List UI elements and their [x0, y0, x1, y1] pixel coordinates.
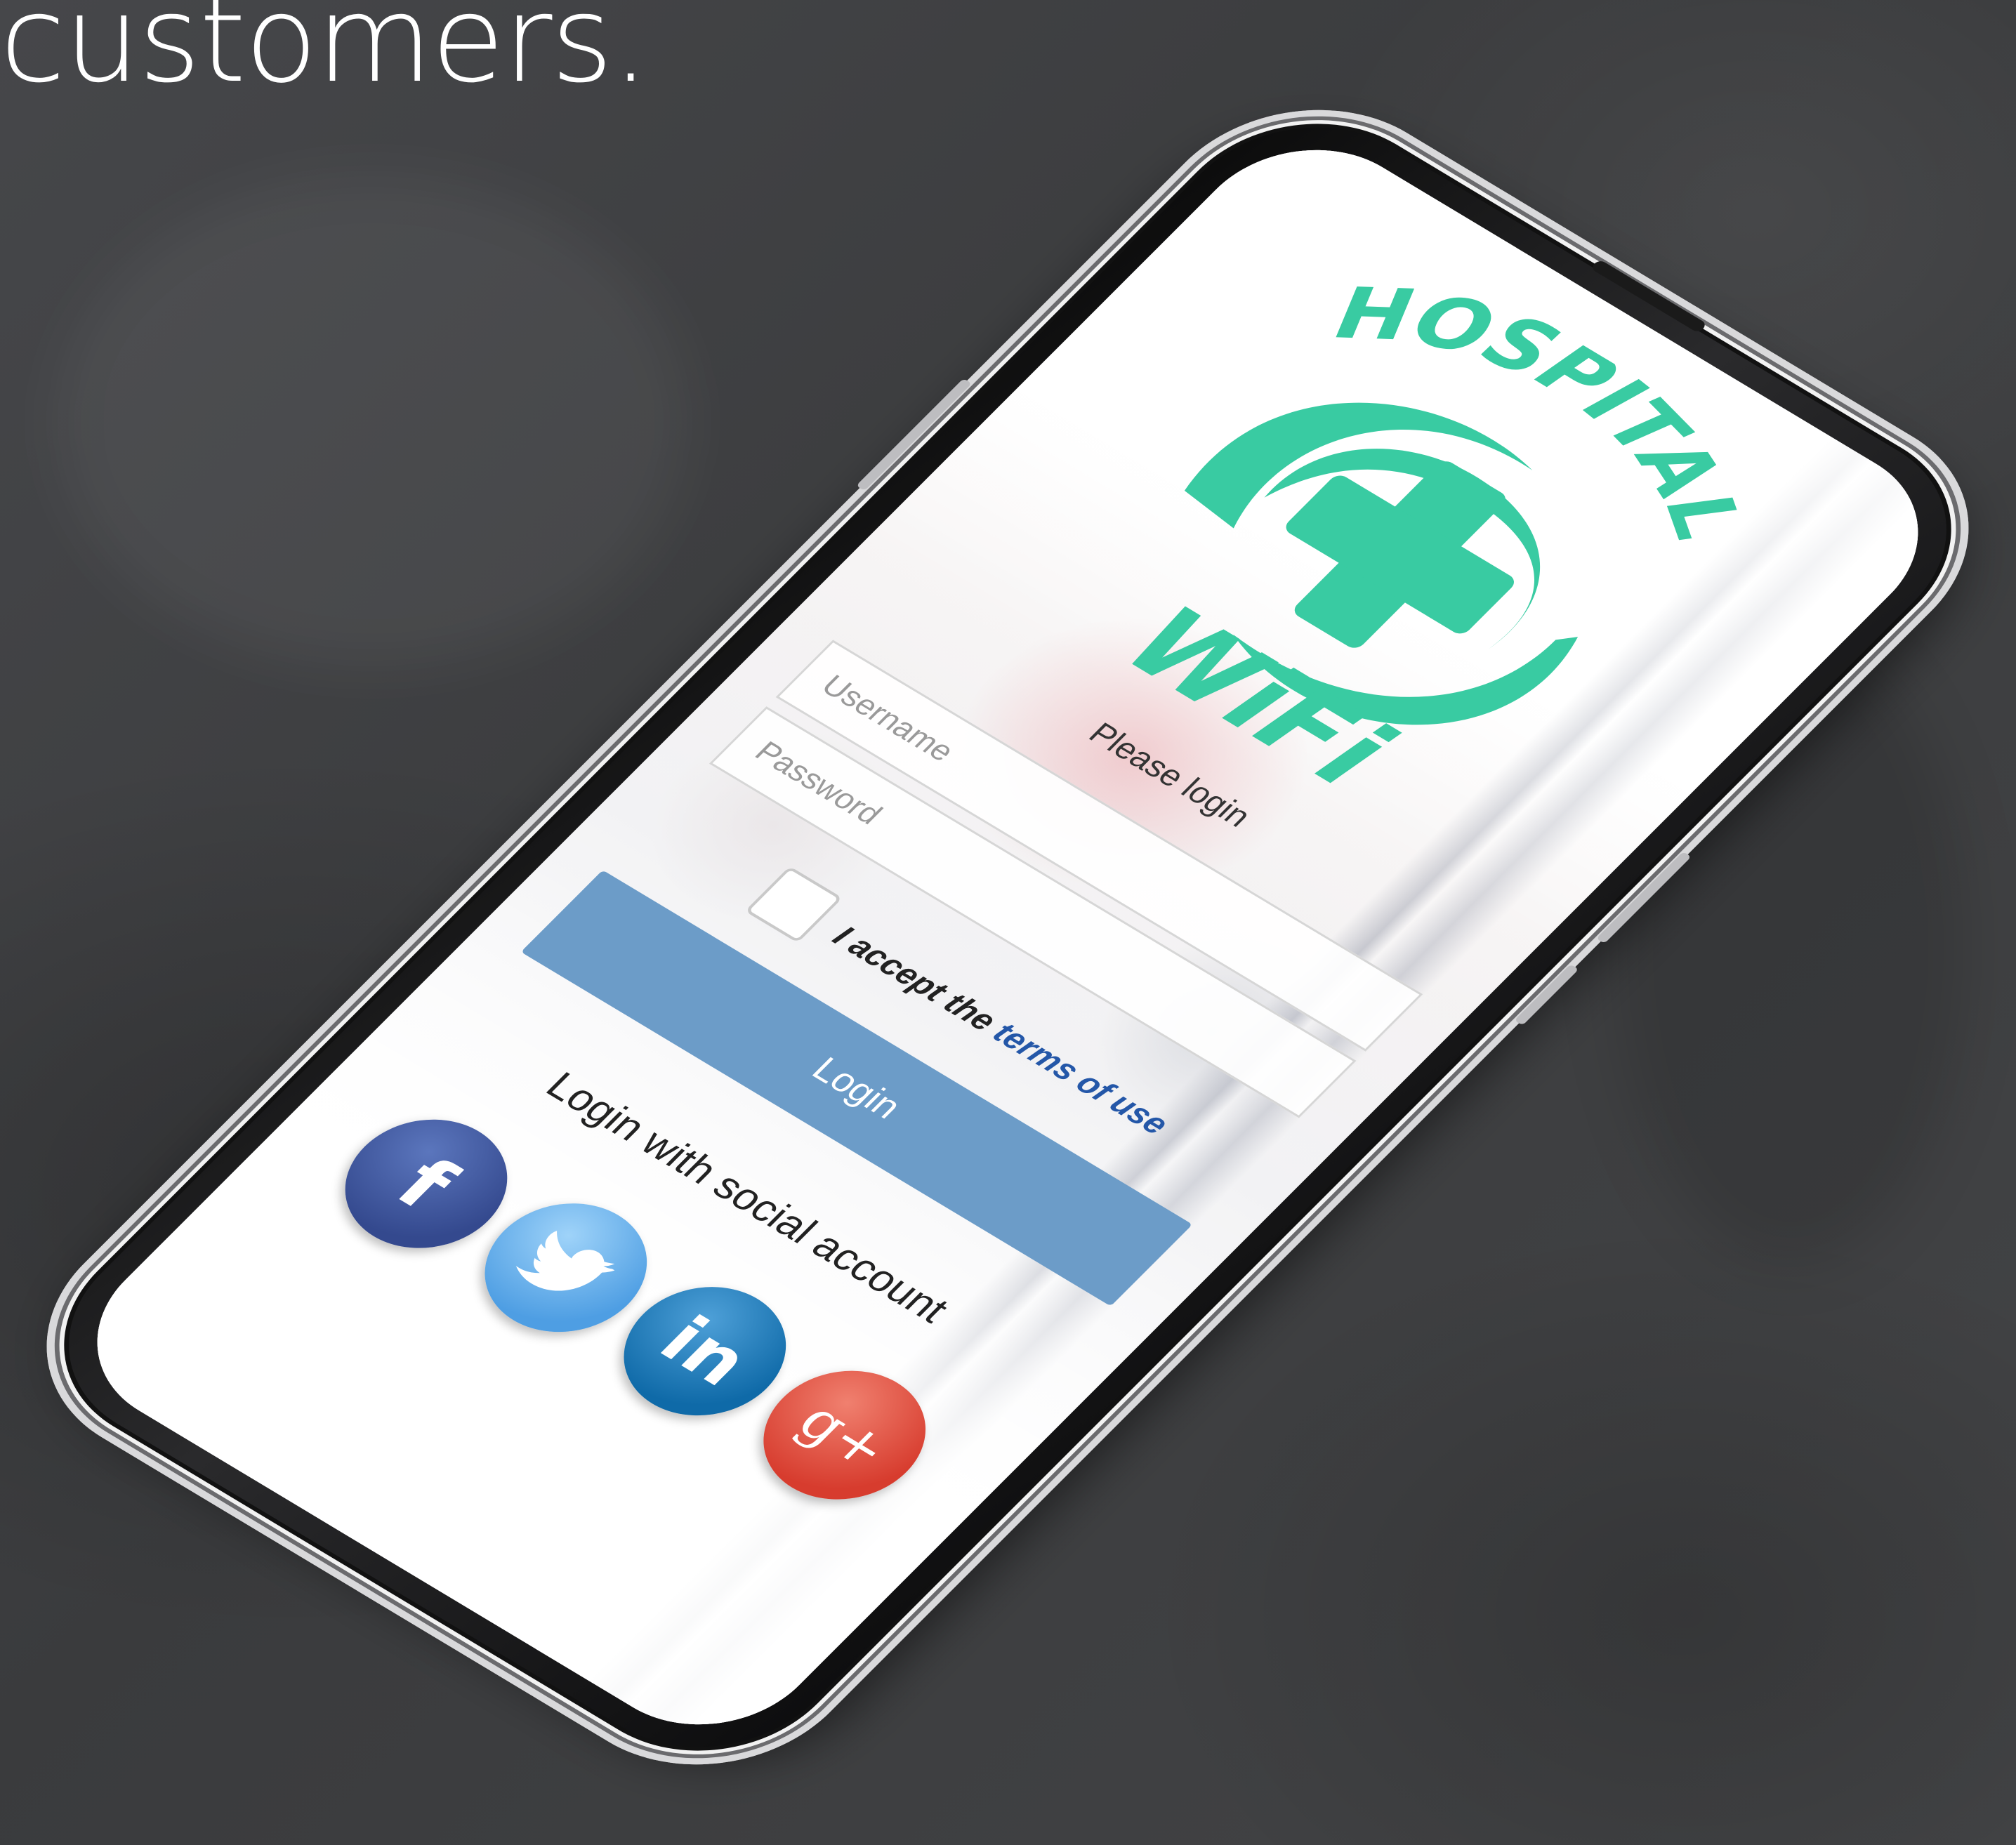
linkedin-icon: in [643, 1302, 767, 1401]
google-plus-icon: g+ [785, 1389, 904, 1481]
twitter-bird-icon [516, 1230, 615, 1291]
facebook-icon: f [378, 1142, 474, 1226]
headline: customers. [0, 0, 650, 110]
background-fold [56, 176, 688, 667]
